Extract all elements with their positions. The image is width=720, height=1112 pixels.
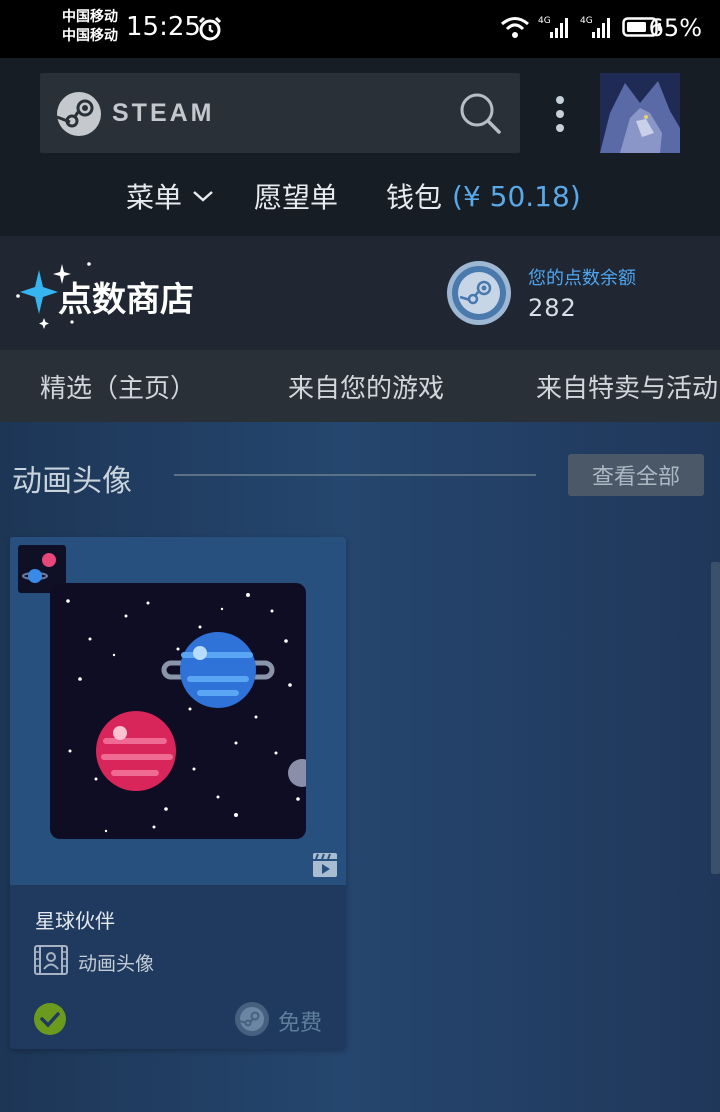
item-preview-area — [10, 537, 346, 885]
owned-check-icon — [34, 1003, 66, 1035]
points-shop-title: 点数商店 — [58, 280, 194, 320]
scrollbar[interactable] — [711, 562, 720, 874]
search-bar[interactable]: STEAM — [40, 73, 520, 153]
item-card[interactable]: 星球伙伴 动画头像 免费 — [10, 537, 346, 1049]
shop-tabs: 精选（主页） 来自您的游戏 来自特卖与活动 — [0, 350, 720, 422]
status-icons: 4G 4G — [500, 14, 662, 40]
steam-logo-icon — [56, 92, 101, 136]
clock: 15:25 — [126, 12, 201, 42]
balance-label: 您的点数余额 — [528, 268, 636, 289]
carrier-2: 中国移动 — [62, 28, 118, 44]
avatar[interactable] — [600, 73, 680, 153]
planets-artwork — [66, 593, 306, 833]
points-shop-header: 点数商店 您的点数余额 282 — [0, 236, 720, 350]
more-options-icon[interactable] — [552, 96, 568, 132]
nav-wishlist[interactable]: 愿望单 — [254, 176, 338, 216]
nav-wallet[interactable]: 钱包 (¥ 50.18) — [386, 176, 581, 216]
signal-icon: 4G — [538, 16, 568, 38]
wifi-icon — [501, 17, 529, 38]
wallet-balance: (¥ 50.18) — [452, 179, 581, 213]
steam-header: STEAM 菜单 愿望单 钱包 (¥ 50.18) — [0, 58, 720, 236]
carrier-1: 中国移动 — [62, 9, 118, 25]
section-title: 动画头像 — [12, 464, 132, 499]
nav-menu-label: 菜单 — [126, 181, 183, 214]
item-name: 星球伙伴 — [35, 909, 115, 933]
main-content: 动画头像 查看全部 星球伙伴 动画头像 免费 — [0, 422, 720, 1112]
nav-menu[interactable]: 菜单 — [126, 176, 216, 216]
chevron-down-icon — [193, 191, 213, 202]
view-all-button[interactable]: 查看全部 — [568, 454, 704, 496]
steam-points-icon — [447, 261, 511, 325]
main-nav: 菜单 愿望单 钱包 (¥ 50.18) — [0, 176, 720, 220]
tab-from-your-games[interactable]: 来自您的游戏 — [288, 368, 444, 405]
price-label: 免费 — [278, 1011, 323, 1036]
blue-planet — [161, 632, 275, 708]
network-type-1: 4G — [538, 16, 551, 26]
video-icon — [313, 853, 337, 877]
alarm-icon — [198, 16, 222, 41]
battery-percent: 65% — [648, 14, 702, 42]
search-icon[interactable] — [458, 91, 502, 135]
animated-avatar-preview — [50, 583, 306, 839]
item-type-label: 动画头像 — [78, 953, 155, 975]
nav-wallet-label: 钱包 — [386, 181, 443, 214]
steam-wordmark: STEAM — [112, 99, 215, 127]
avatar-frame-icon — [34, 945, 68, 975]
tab-sales-events[interactable]: 来自特卖与活动 — [536, 368, 718, 405]
carrier-names: 中国移动 中国移动 — [62, 8, 118, 46]
tab-featured[interactable]: 精选（主页） — [40, 368, 196, 405]
network-type-2: 4G — [580, 16, 593, 26]
points-balance: 282 — [528, 294, 577, 322]
section-divider — [174, 474, 536, 476]
signal-icon-2: 4G — [580, 16, 610, 38]
pink-planet — [96, 711, 176, 791]
steam-points-icon-small — [235, 1002, 269, 1036]
status-bar: 中国移动 中国移动 15:25 4G 4G 65% — [0, 0, 720, 58]
